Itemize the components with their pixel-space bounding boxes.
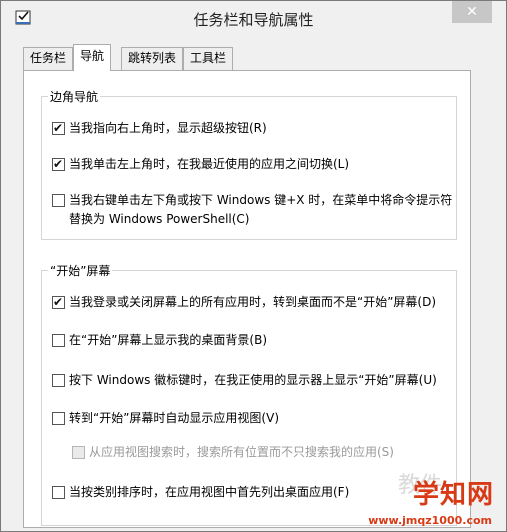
option-label: 当我登录或关闭屏幕上的所有应用时，转到桌面而不是“开始”屏幕(D) [69,295,437,309]
navigation-panel: 边角导航 当我指向右上角时，显示超级按钮(R) 当我单击左上角时，在我最近使用的… [23,70,471,528]
title-bar[interactable]: 任务栏和导航属性 ✕ [1,1,506,39]
corner-navigation-title: 边角导航 [48,88,101,105]
option-label: 转到“开始”屏幕时自动显示应用视图(V) [69,411,280,425]
option-label: 当我右键单击左下角或按下 Windows 键+X 时，在菜单中将命令提示符 替换… [69,191,452,229]
tab-toolbars[interactable]: 工具栏 [183,47,234,70]
option-switch-apps-top-left[interactable]: 当我单击左上角时，在我最近使用的应用之间切换(L) [52,155,349,174]
checkbox[interactable] [52,119,65,138]
option-label: 按下 Windows 徽标键时，在我正使用的显示器上显示“开始”屏幕(U) [69,373,437,387]
tab-strip: 任务栏 导航 跳转列表 工具栏 [23,44,493,71]
tab-navigation[interactable]: 导航 [73,44,112,71]
tab-jump-lists[interactable]: 跳转列表 [121,47,184,70]
option-desktop-apps-first[interactable]: 当按类别排序时，在应用视图中首先列出桌面应用(F) [52,483,349,502]
option-go-to-desktop[interactable]: 当我登录或关闭屏幕上的所有应用时，转到桌面而不是“开始”屏幕(D) [52,293,436,312]
close-button[interactable]: ✕ [452,1,492,23]
option-label: 当我单击左上角时，在我最近使用的应用之间切换(L) [69,157,350,171]
checkbox[interactable] [52,486,65,499]
corner-navigation-group: 边角导航 当我指向右上角时，显示超级按钮(R) 当我单击左上角时，在我最近使用的… [41,88,457,240]
option-label: 当我指向右上角时，显示超级按钮(R) [69,121,267,135]
watermark: 教件 学知网 www.jmqz1000.com [352,465,502,529]
option-label-line2: 替换为 Windows PowerShell(C) [69,212,250,226]
checkbox [72,446,85,459]
option-powershell-replace[interactable]: 当我右键单击左下角或按下 Windows 键+X 时，在菜单中将命令提示符 替换… [52,191,452,229]
checkbox[interactable] [52,155,65,174]
option-search-everywhere: 从应用视图搜索时，搜索所有位置而不只搜索我的应用(S) [72,443,394,462]
checkbox[interactable] [52,412,65,425]
start-screen-title: “开始”屏幕 [48,262,113,279]
option-desktop-background[interactable]: 在“开始”屏幕上显示我的桌面背景(B) [52,331,267,350]
checkbox[interactable] [52,194,65,207]
option-label: 当按类别排序时，在应用视图中首先列出桌面应用(F) [69,485,350,499]
checkbox[interactable] [52,374,65,387]
properties-window: 任务栏和导航属性 ✕ 任务栏 导航 跳转列表 工具栏 边角导航 当我指向右上角时… [0,0,507,532]
watermark-logo: 学知网 [412,480,494,510]
option-start-on-current-display[interactable]: 按下 Windows 徽标键时，在我正使用的显示器上显示“开始”屏幕(U) [52,371,437,390]
option-show-apps-view[interactable]: 转到“开始”屏幕时自动显示应用视图(V) [52,409,279,428]
window-title: 任务栏和导航属性 [193,11,314,29]
checkbox[interactable] [52,334,65,347]
option-charms-top-right[interactable]: 当我指向右上角时，显示超级按钮(R) [52,119,267,138]
tab-taskbar[interactable]: 任务栏 [23,47,74,70]
option-label: 在“开始”屏幕上显示我的桌面背景(B) [69,333,268,347]
checkbox[interactable] [52,293,65,312]
option-label-line1: 当我右键单击左下角或按下 Windows 键+X 时，在菜单中将命令提示符 [69,193,453,207]
watermark-url: www.jmqz1000.com [368,514,492,527]
option-label: 从应用视图搜索时，搜索所有位置而不只搜索我的应用(S) [89,445,394,459]
